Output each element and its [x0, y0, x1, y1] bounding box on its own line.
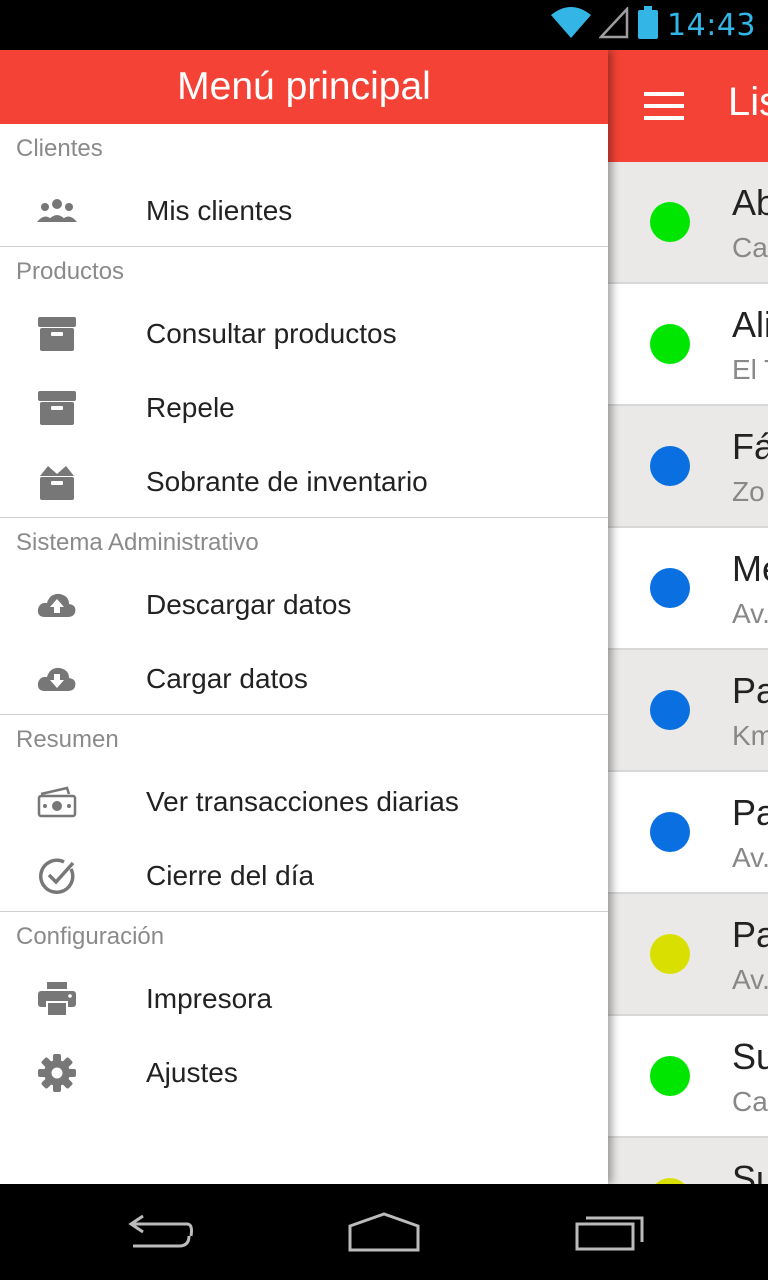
menu-item-label: Ver transacciones diarias: [146, 786, 459, 817]
menu-item-label: Descargar datos: [146, 589, 352, 620]
menu-item[interactable]: Cargar datos: [0, 642, 608, 714]
menu-section: Clientes Mis clientes: [0, 124, 608, 247]
status-bar: 14:43: [0, 0, 768, 50]
menu-item[interactable]: Ajustes: [0, 1036, 608, 1108]
menu-item-label: Repele: [146, 392, 235, 423]
archive-box-icon: [36, 389, 78, 427]
client-name: Me: [732, 548, 768, 589]
menu-item[interactable]: Consultar productos: [0, 297, 608, 371]
money-stack-icon: [36, 783, 78, 821]
menu-item-label: Mis clientes: [146, 195, 293, 226]
menu-item[interactable]: Sobrante de inventario: [0, 445, 608, 517]
section-title: Sistema Administrativo: [16, 529, 259, 556]
client-name: Pa: [732, 670, 768, 711]
menu-item-label: Sobrante de inventario: [146, 466, 428, 497]
navigation-drawer: Menú principal Clientes Mis clientes Produ…: [0, 50, 608, 1184]
client-address: Km: [732, 720, 768, 751]
menu-item[interactable]: Impresora: [0, 962, 608, 1036]
section-title: Clientes: [16, 135, 103, 162]
open-box-icon: [36, 463, 78, 501]
menu-item-label: Consultar productos: [146, 318, 397, 349]
drawer-title: Menú principal: [0, 50, 608, 124]
check-circle-icon: [36, 857, 78, 895]
wifi-icon: [551, 6, 592, 44]
printer-icon: [36, 980, 78, 1018]
client-address: El T: [732, 354, 768, 385]
client-name: Su: [732, 1036, 768, 1077]
status-dot: [650, 202, 690, 242]
client-address: Av.: [732, 598, 768, 629]
cloud-download-icon: [36, 660, 78, 698]
menu-item-label: Ajustes: [146, 1057, 238, 1088]
navigation-bar: [0, 1184, 768, 1280]
home-icon[interactable]: [334, 1208, 434, 1256]
menu-item[interactable]: Cierre del día: [0, 839, 608, 911]
status-time: 14:43: [667, 7, 756, 43]
status-icons: 14:43: [551, 5, 756, 45]
app-title: Lis: [728, 80, 768, 124]
recents-icon[interactable]: [560, 1208, 660, 1256]
client-address: Av.: [732, 964, 768, 995]
menu-section: Resumen Ver transacciones diarias Cierre d…: [0, 715, 608, 912]
client-name: Pa: [732, 792, 768, 833]
client-address: Av.: [732, 842, 768, 873]
status-dot: [650, 568, 690, 608]
menu-item-label: Cierre del día: [146, 860, 315, 891]
signal-icon: [598, 5, 629, 44]
menu-section: Sistema Administrativo Descargar datos Car…: [0, 518, 608, 715]
menu-item[interactable]: Ver transacciones diarias: [0, 765, 608, 839]
status-dot: [650, 812, 690, 852]
client-address: Ca: [732, 1086, 768, 1117]
menu-item-label: Impresora: [146, 983, 273, 1014]
client-name: Pa: [732, 914, 768, 955]
client-name: Ab: [732, 182, 768, 223]
client-name: Fá: [732, 426, 768, 467]
section-title: Resumen: [16, 726, 119, 753]
status-dot: [650, 446, 690, 486]
client-name: Su: [732, 1158, 768, 1184]
status-dot: [650, 1056, 690, 1096]
drawer-sections: Clientes Mis clientes Productos Consultar p…: [0, 124, 608, 1108]
battery-icon: [637, 5, 659, 45]
menu-section: Configuración Impresora Ajustes: [0, 912, 608, 1108]
back-icon[interactable]: [110, 1208, 210, 1256]
menu-item[interactable]: Mis clientes: [0, 174, 608, 246]
section-title: Configuración: [16, 923, 165, 950]
cloud-upload-icon: [36, 586, 78, 624]
status-dot: [650, 324, 690, 364]
archive-box-icon: [36, 315, 78, 353]
menu-item[interactable]: Repele: [0, 371, 608, 445]
status-dot: [650, 690, 690, 730]
client-address: Zo: [732, 476, 765, 507]
gear-icon: [36, 1054, 78, 1092]
group-icon: [36, 192, 78, 230]
section-title: Productos: [16, 258, 125, 285]
screen: 14:43 Lis Ab Ca Ali El T Fá Zo Me Av. Pa Km Pa Av. P…: [0, 0, 768, 1280]
menu-section: Productos Consultar productos Repele Sobran…: [0, 247, 608, 518]
menu-item[interactable]: Descargar datos: [0, 568, 608, 642]
client-address: Ca: [732, 232, 768, 263]
menu-item-label: Cargar datos: [146, 663, 308, 694]
menu-icon[interactable]: [644, 92, 684, 120]
client-name: Ali: [732, 304, 768, 345]
status-dot: [650, 934, 690, 974]
